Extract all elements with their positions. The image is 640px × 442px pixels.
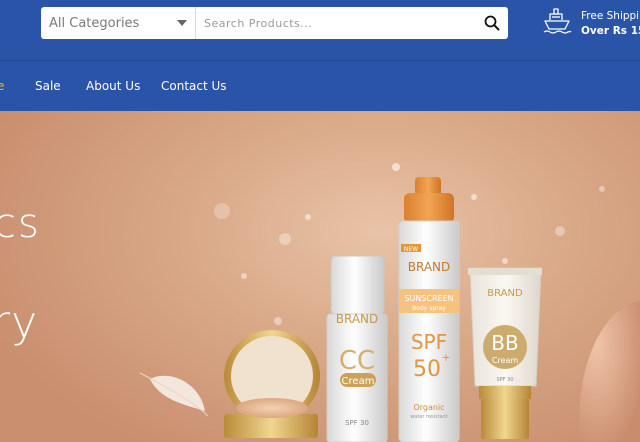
search-input[interactable]: [196, 7, 476, 39]
spray-type-label: SUNSCREEN: [404, 294, 453, 303]
sunscreen-spray-product: NEW BRAND SUNSCREEN Body spray SPF 50 + …: [398, 177, 460, 442]
spray-new-tag: NEW: [404, 246, 418, 253]
shipping-line-1: Free Shippin: [581, 10, 640, 22]
feather-decoration: [139, 372, 209, 417]
search-bar: All Categories: [41, 7, 508, 39]
category-select[interactable]: All Categories: [41, 7, 196, 39]
nav-item-sale[interactable]: Sale: [35, 79, 61, 93]
hero-banner[interactable]: BRAND CC Cream SPF 30 NEW BRAND SUNSCREE…: [0, 111, 640, 442]
spray-note-1: Organic: [413, 403, 444, 412]
main-nav: e Sale About Us Contact Us: [0, 60, 640, 111]
chevron-down-icon: [177, 20, 187, 26]
shipping-line-2: Over Rs 150: [581, 25, 640, 37]
cc-spf-label: SPF 30: [345, 419, 369, 427]
bb-cream-product: BRAND BB Cream SPF 30: [468, 267, 542, 439]
banner-headline-fragment-1: cs: [0, 201, 41, 247]
search-button[interactable]: [476, 7, 508, 39]
category-select-value: All Categories: [49, 15, 140, 31]
spray-spf-plus: +: [441, 351, 450, 364]
banner-headline-fragment-2: ry: [0, 297, 39, 348]
compact-powder-product: [224, 330, 320, 438]
free-shipping-info: Free Shippin Over Rs 150: [542, 7, 640, 41]
spray-brand-label: BRAND: [408, 260, 451, 274]
nav-item-about-us[interactable]: About Us: [86, 79, 140, 93]
spray-spf-number: 50: [413, 357, 441, 382]
ship-icon: [543, 8, 572, 34]
hero-banner-illustration: BRAND CC Cream SPF 30 NEW BRAND SUNSCREE…: [139, 163, 640, 442]
search-icon: [484, 15, 500, 31]
spray-note-2: water resistant: [410, 414, 448, 420]
model-shoulder: [578, 301, 640, 442]
bb-big-label: BB: [491, 331, 518, 355]
spray-subtype-label: Body spray: [412, 305, 446, 312]
cc-word-label: Cream: [342, 376, 375, 387]
bb-brand-label: BRAND: [487, 288, 523, 299]
cc-cream-product: BRAND CC Cream SPF 30: [326, 255, 388, 442]
top-header: All Categories Free Shippin Over Rs 150: [0, 0, 640, 60]
cc-big-label: CC: [339, 346, 375, 376]
cc-brand-label: BRAND: [336, 312, 379, 326]
bb-word-label: Cream: [492, 356, 519, 365]
nav-item-home[interactable]: e: [0, 79, 4, 93]
nav-item-contact-us[interactable]: Contact Us: [161, 79, 227, 93]
bb-spf-label: SPF 30: [496, 377, 513, 383]
